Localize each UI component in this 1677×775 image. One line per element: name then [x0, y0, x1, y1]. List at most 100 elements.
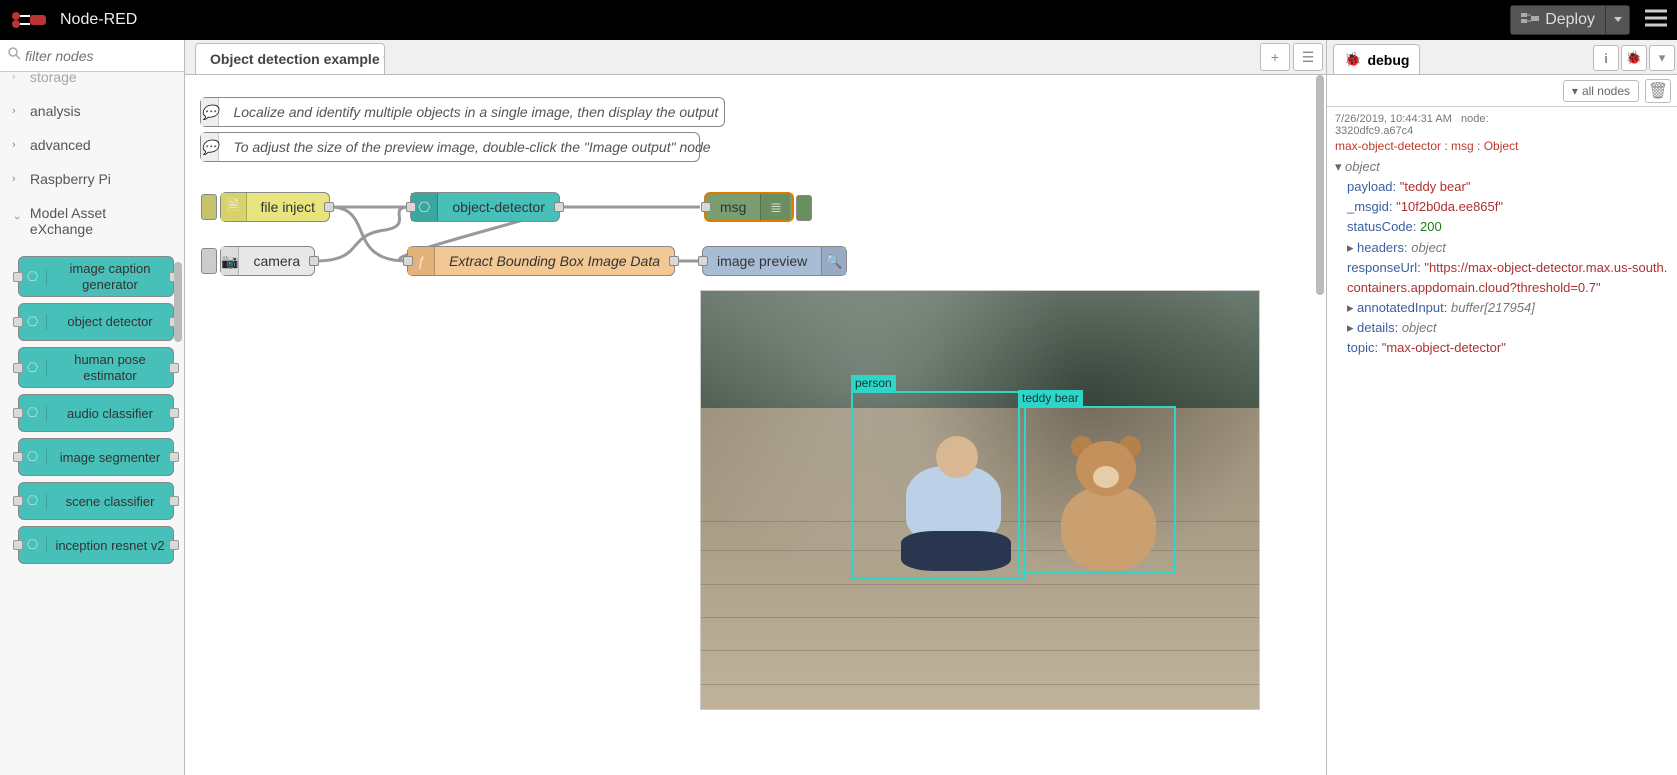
v: "max-object-detector" — [1382, 340, 1506, 355]
palette-node-image-segmenter[interactable]: ⎔image segmenter — [18, 438, 174, 476]
function-node-extract[interactable]: ƒ Extract Bounding Box Image Data — [407, 246, 675, 276]
bug-icon: 🐞 — [1626, 50, 1642, 66]
palette-categories: ›storage ›analysis ›advanced ›Raspberry … — [0, 72, 184, 775]
debug-toolbar: ▾ all nodes 🗑 — [1327, 75, 1677, 107]
sidebar-more-button[interactable]: ▾ — [1649, 45, 1675, 71]
search-icon — [8, 47, 21, 65]
debug-msg-node[interactable]: msg ≣ — [704, 192, 794, 222]
sidebar-debug-button[interactable]: 🐞 — [1621, 45, 1647, 71]
k: annotatedInput: — [1357, 300, 1447, 315]
category-label: advanced — [30, 137, 91, 153]
tab-label: debug — [1367, 52, 1409, 68]
palette-node-human-pose[interactable]: ⎔human pose estimator — [18, 347, 174, 388]
comment-icon: 💬 — [201, 98, 219, 126]
comment-node-2[interactable]: 💬 To adjust the size of the preview imag… — [200, 132, 700, 162]
image-preview-node[interactable]: image preview 🔍 — [702, 246, 847, 276]
bug-icon: 🐞 — [1344, 51, 1361, 68]
v: "teddy bear" — [1400, 179, 1471, 194]
trash-icon: 🗑 — [1648, 81, 1668, 101]
palette-filter-input[interactable] — [25, 48, 176, 64]
node-label: scene classifier — [47, 490, 173, 514]
category-label: analysis — [30, 103, 81, 119]
plus-icon: + — [1271, 49, 1279, 65]
palette-node-inception[interactable]: ⎔inception resnet v2 — [18, 526, 174, 564]
chevron-down-icon — [1614, 17, 1622, 23]
inject-button[interactable] — [201, 194, 217, 220]
debug-timestamp: 7/26/2019, 10:44:31 AM — [1335, 113, 1452, 125]
node-label: audio classifier — [47, 402, 173, 426]
node-label: msg — [706, 199, 760, 215]
sidebar-info-button[interactable]: i — [1593, 45, 1619, 71]
deploy-button[interactable]: Deploy — [1510, 5, 1630, 35]
magnify-icon: 🔍 — [821, 247, 846, 275]
palette-node-scene-classifier[interactable]: ⎔scene classifier — [18, 482, 174, 520]
palette-category-raspberrypi[interactable]: ›Raspberry Pi — [0, 162, 184, 196]
debug-object[interactable]: ▾object payload: "teddy bear" _msgid: "1… — [1335, 157, 1669, 358]
hamburger-icon — [1645, 9, 1667, 27]
tab-debug[interactable]: 🐞 debug — [1333, 44, 1420, 74]
category-label: storage — [30, 72, 77, 85]
comment-text: To adjust the size of the preview image,… — [219, 139, 724, 155]
workspace-tabs: Object detection example flow + ☰ — [185, 40, 1326, 75]
node-icon: ⎔ — [19, 405, 47, 421]
add-flow-button[interactable]: + — [1260, 43, 1290, 71]
node-icon: ⎔ — [19, 360, 47, 376]
flow-list-button[interactable]: ☰ — [1293, 43, 1323, 71]
node-label: inception resnet v2 — [47, 534, 173, 558]
palette-node-audio-classifier[interactable]: ⎔audio classifier — [18, 394, 174, 432]
node-icon: ⎔ — [19, 314, 47, 330]
node-icon: ⎔ — [19, 537, 47, 553]
k: payload: — [1347, 179, 1396, 194]
v: "10f2b0da.ee865f" — [1396, 199, 1503, 214]
node-icon: ⎔ — [19, 269, 47, 285]
comment-node-1[interactable]: 💬 Localize and identify multiple objects… — [200, 97, 725, 127]
nodered-logo-icon — [10, 10, 50, 30]
debug-node-label: node: — [1461, 113, 1489, 125]
palette-category-storage[interactable]: ›storage — [0, 72, 184, 94]
node-label: image preview — [703, 253, 821, 269]
deploy-caret[interactable] — [1605, 6, 1629, 34]
image-preview-output: person teddy bear — [700, 290, 1260, 710]
v: object — [1411, 240, 1446, 255]
debug-clear-button[interactable]: 🗑 — [1645, 79, 1671, 103]
file-inject-node[interactable]: 🗎 file inject — [220, 192, 330, 222]
canvas-scrollbar[interactable] — [1316, 75, 1324, 295]
filter-label: all nodes — [1582, 84, 1630, 98]
camera-node[interactable]: 📷 camera — [220, 246, 315, 276]
palette-node-object-detector[interactable]: ⎔object detector — [18, 303, 174, 341]
k: headers: — [1357, 240, 1408, 255]
palette-category-advanced[interactable]: ›advanced — [0, 128, 184, 162]
camera-trigger-button[interactable] — [201, 248, 217, 274]
object-detector-node[interactable]: ⎔ object-detector — [410, 192, 560, 222]
flow-canvas[interactable]: 💬 Localize and identify multiple objects… — [185, 75, 1326, 775]
k: responseUrl: — [1347, 260, 1421, 275]
category-label: Model Asset eXchange — [30, 205, 172, 237]
palette-scrollbar[interactable] — [174, 262, 182, 342]
node-label: human pose estimator — [47, 348, 173, 387]
palette-sidebar: ›storage ›analysis ›advanced ›Raspberry … — [0, 40, 185, 775]
node-label: image segmenter — [47, 446, 173, 470]
palette-search[interactable] — [0, 40, 184, 72]
camera-icon: 📷 — [221, 247, 239, 275]
k: _msgid: — [1347, 199, 1393, 214]
palette-category-analysis[interactable]: ›analysis — [0, 94, 184, 128]
flow-tab[interactable]: Object detection example flow — [195, 43, 385, 74]
main-menu-button[interactable] — [1645, 9, 1667, 32]
debug-node-id[interactable]: 3320dfc9.a67c4 — [1335, 125, 1669, 137]
debug-filter-button[interactable]: ▾ all nodes — [1563, 80, 1639, 102]
k: topic: — [1347, 340, 1378, 355]
node-label: Extract Bounding Box Image Data — [435, 253, 674, 269]
obj-root: object — [1345, 159, 1380, 174]
palette-category-max[interactable]: ›Model Asset eXchange — [0, 196, 184, 246]
debug-toggle-button[interactable] — [796, 195, 812, 221]
deploy-icon — [1521, 11, 1539, 30]
bbox-person: person — [851, 391, 1026, 579]
app-header: Node-RED Deploy — [0, 0, 1677, 40]
filter-icon: ▾ — [1572, 84, 1578, 98]
workspace: Object detection example flow + ☰ 💬 Loca… — [185, 40, 1327, 775]
node-icon: ⎔ — [19, 493, 47, 509]
node-label: object-detector — [438, 199, 559, 215]
palette-node-image-caption[interactable]: ⎔image caption generator — [18, 256, 174, 297]
category-label: Raspberry Pi — [30, 171, 111, 187]
debug-icon: ≣ — [760, 194, 790, 220]
